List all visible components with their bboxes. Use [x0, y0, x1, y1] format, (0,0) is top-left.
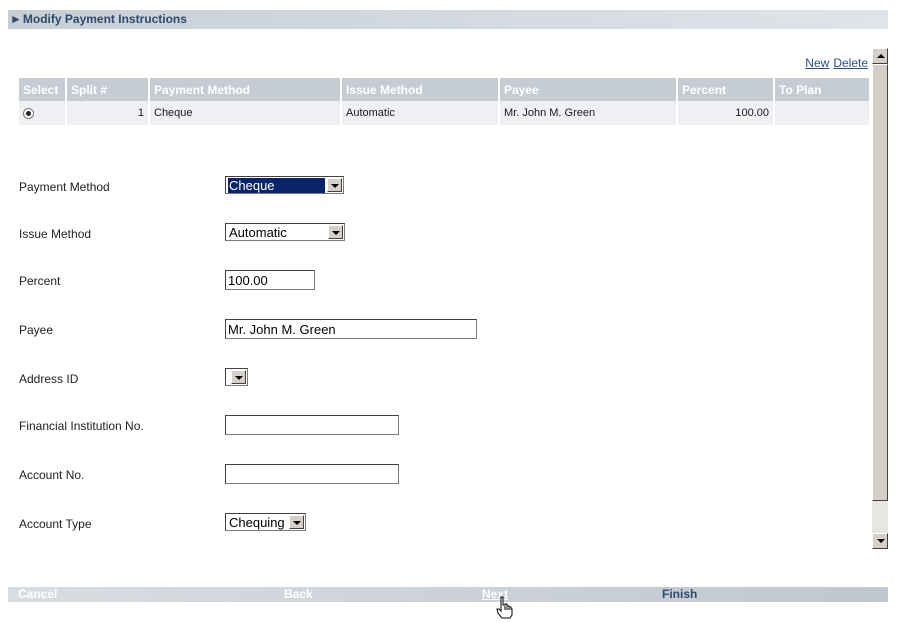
address-id-label: Address ID: [19, 372, 79, 386]
col-header-select: Select: [19, 78, 67, 101]
scroll-up-icon[interactable]: [872, 48, 888, 64]
scroll-down-icon[interactable]: [872, 533, 888, 549]
account-type-select[interactable]: Chequing: [225, 513, 306, 531]
account-type-label: Account Type: [19, 517, 92, 531]
col-header-payment-method: Payment Method: [149, 78, 342, 101]
chevron-down-icon[interactable]: [231, 370, 246, 384]
payee-label: Payee: [19, 323, 54, 337]
vertical-scrollbar[interactable]: [872, 48, 888, 549]
row-actions: New Delete: [801, 56, 868, 70]
account-type-value: Chequing: [229, 515, 285, 530]
financial-institution-input[interactable]: [225, 415, 399, 435]
payee-input[interactable]: [225, 319, 477, 339]
table-row[interactable]: 1 Cheque Automatic Mr. John M. Green 100…: [19, 101, 871, 125]
page-title: ►Modify Payment Instructions: [10, 12, 187, 26]
financial-institution-label: Financial Institution No.: [19, 419, 144, 433]
table-header-row: Select Split # Payment Method Issue Meth…: [19, 78, 871, 101]
col-header-percent: Percent: [677, 78, 775, 101]
finish-button[interactable]: Finish: [662, 587, 697, 601]
delete-link[interactable]: Delete: [833, 56, 868, 70]
col-header-to-plan: To Plan: [774, 78, 871, 101]
percent-label: Percent: [19, 274, 61, 288]
account-no-input[interactable]: [225, 464, 399, 484]
to-plan-cell: [774, 101, 871, 125]
col-header-payee: Payee: [499, 78, 678, 101]
chevron-down-icon[interactable]: [327, 178, 342, 192]
issue-method-label: Issue Method: [19, 227, 92, 241]
issue-method-value: Automatic: [229, 225, 287, 240]
row-select-radio[interactable]: [23, 107, 34, 119]
percent-input[interactable]: [225, 270, 315, 290]
payment-method-cell: Cheque: [149, 101, 342, 125]
cancel-button[interactable]: Cancel: [18, 587, 57, 601]
payee-cell: Mr. John M. Green: [499, 101, 678, 125]
split-cell: 1: [66, 101, 150, 125]
wizard-nav-bar: Cancel Back Next Finish: [8, 587, 888, 602]
account-no-label: Account No.: [19, 468, 85, 482]
page-title-text: Modify Payment Instructions: [22, 12, 187, 26]
hand-cursor-icon: [496, 596, 513, 619]
issue-method-select[interactable]: Automatic: [225, 223, 345, 241]
issue-method-cell: Automatic: [341, 101, 500, 125]
col-header-issue-method: Issue Method: [341, 78, 500, 101]
scroll-thumb[interactable]: [872, 64, 888, 501]
payment-method-label: Payment Method: [19, 180, 110, 194]
new-link[interactable]: New: [805, 56, 829, 70]
chevron-down-icon[interactable]: [328, 225, 343, 239]
percent-cell: 100.00: [677, 101, 775, 125]
payment-method-value: Cheque: [228, 178, 325, 193]
triangle-right-icon: ►: [10, 12, 22, 26]
address-id-select[interactable]: [225, 368, 248, 386]
back-button[interactable]: Back: [284, 587, 313, 601]
payment-method-select[interactable]: Cheque: [225, 176, 344, 194]
chevron-down-icon[interactable]: [289, 515, 304, 529]
splits-table: Select Split # Payment Method Issue Meth…: [19, 78, 871, 125]
col-header-split: Split #: [66, 78, 150, 101]
section-header: ►Modify Payment Instructions: [8, 10, 888, 29]
select-cell: [19, 101, 67, 125]
